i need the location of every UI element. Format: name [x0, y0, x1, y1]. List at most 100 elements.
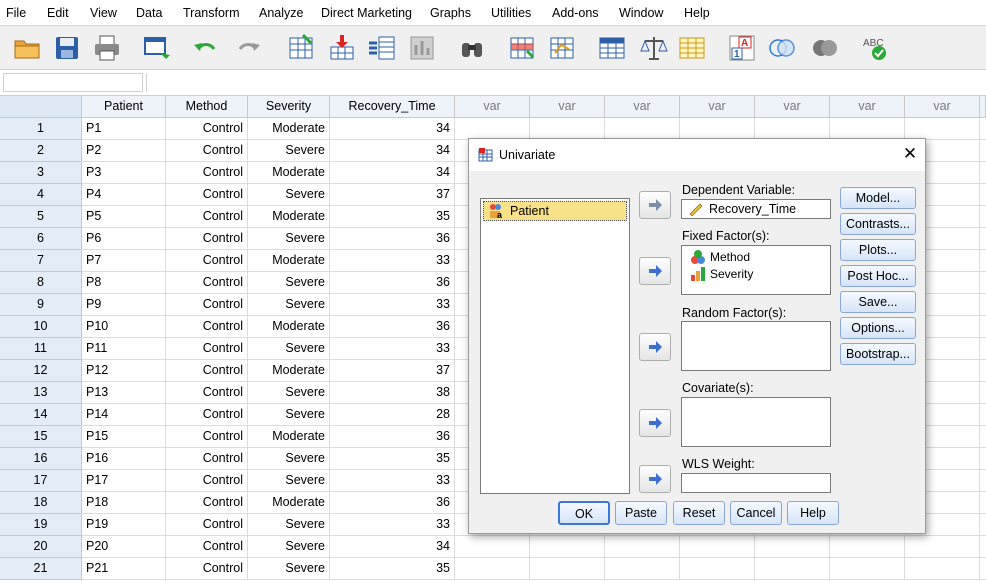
cell-empty[interactable]: [980, 382, 986, 404]
spell-check-icon[interactable]: ABC: [858, 31, 892, 65]
row-number[interactable]: 12: [0, 360, 82, 382]
cell-recovery-time[interactable]: 34: [330, 536, 455, 558]
cell-recovery-time[interactable]: 37: [330, 360, 455, 382]
move-to-covariate-button[interactable]: [639, 409, 671, 437]
split-file-icon[interactable]: [595, 31, 629, 65]
cell-empty[interactable]: [980, 492, 986, 514]
contrasts-button[interactable]: Contrasts...: [840, 213, 916, 235]
cell-empty[interactable]: [680, 558, 755, 580]
cell-method[interactable]: Control: [166, 294, 248, 316]
cell-empty[interactable]: [980, 272, 986, 294]
insert-cases-icon[interactable]: [505, 31, 539, 65]
cell-method[interactable]: Control: [166, 492, 248, 514]
cell-recovery-time[interactable]: 34: [330, 118, 455, 140]
cell-empty[interactable]: [605, 558, 680, 580]
cell-method[interactable]: Control: [166, 140, 248, 162]
cell-empty[interactable]: [830, 118, 905, 140]
cell-patient[interactable]: P21: [82, 558, 166, 580]
row-number[interactable]: 4: [0, 184, 82, 206]
row-number[interactable]: 20: [0, 536, 82, 558]
move-to-wls-weight-button[interactable]: [639, 465, 671, 493]
help-button[interactable]: Help: [787, 501, 839, 525]
cell-severity[interactable]: Severe: [248, 140, 330, 162]
cell-empty[interactable]: [830, 536, 905, 558]
menu-add-ons[interactable]: Add-ons: [552, 6, 599, 20]
row-number[interactable]: 8: [0, 272, 82, 294]
use-variable-sets-icon[interactable]: [765, 31, 799, 65]
undo-icon[interactable]: [188, 31, 222, 65]
cell-empty[interactable]: [980, 206, 986, 228]
cell-severity[interactable]: Severe: [248, 536, 330, 558]
cell-empty[interactable]: [980, 162, 986, 184]
cell-empty[interactable]: [455, 118, 530, 140]
cell-empty[interactable]: [980, 338, 986, 360]
cell-patient[interactable]: P3: [82, 162, 166, 184]
cell-empty[interactable]: [980, 184, 986, 206]
cell-recovery-time[interactable]: 36: [330, 492, 455, 514]
cell-patient[interactable]: P8: [82, 272, 166, 294]
cell-recovery-time[interactable]: 36: [330, 228, 455, 250]
show-all-variables-icon[interactable]: [808, 31, 842, 65]
cell-recovery-time[interactable]: 34: [330, 162, 455, 184]
cell-empty[interactable]: [980, 536, 986, 558]
cell-recovery-time[interactable]: 33: [330, 470, 455, 492]
cell-empty[interactable]: [980, 118, 986, 140]
row-number[interactable]: 10: [0, 316, 82, 338]
cell-empty[interactable]: [980, 228, 986, 250]
cancel-button[interactable]: Cancel: [730, 501, 782, 525]
cell-recovery-time[interactable]: 35: [330, 448, 455, 470]
cell-method[interactable]: Control: [166, 316, 248, 338]
column-header-var[interactable]: var: [680, 96, 755, 118]
row-number[interactable]: 16: [0, 448, 82, 470]
cell-severity[interactable]: Severe: [248, 294, 330, 316]
cell-content-input[interactable]: [146, 73, 984, 92]
cell-recovery-time[interactable]: 33: [330, 294, 455, 316]
cell-patient[interactable]: P15: [82, 426, 166, 448]
column-header-var[interactable]: var: [830, 96, 905, 118]
cell-recovery-time[interactable]: 36: [330, 272, 455, 294]
cell-severity[interactable]: Severe: [248, 448, 330, 470]
cell-method[interactable]: Control: [166, 250, 248, 272]
column-header-method[interactable]: Method: [166, 96, 248, 118]
fixed-factors-list[interactable]: Method Severity: [681, 245, 831, 295]
insert-variable-icon[interactable]: [545, 31, 579, 65]
cell-method[interactable]: Control: [166, 228, 248, 250]
cell-recovery-time[interactable]: 34: [330, 140, 455, 162]
cell-method[interactable]: Control: [166, 360, 248, 382]
cell-empty[interactable]: [905, 558, 980, 580]
cell-method[interactable]: Control: [166, 184, 248, 206]
ok-button[interactable]: OK: [558, 501, 610, 525]
cell-empty[interactable]: [680, 536, 755, 558]
paste-button[interactable]: Paste: [615, 501, 667, 525]
cell-severity[interactable]: Moderate: [248, 118, 330, 140]
row-number[interactable]: 14: [0, 404, 82, 426]
column-header-var[interactable]: var: [755, 96, 830, 118]
cell-severity[interactable]: Moderate: [248, 250, 330, 272]
cell-recovery-time[interactable]: 33: [330, 514, 455, 536]
row-number[interactable]: 17: [0, 470, 82, 492]
goto-case-icon[interactable]: [285, 31, 319, 65]
cell-severity[interactable]: Severe: [248, 338, 330, 360]
cell-empty[interactable]: [980, 426, 986, 448]
column-header-severity[interactable]: Severity: [248, 96, 330, 118]
find-icon[interactable]: [455, 31, 489, 65]
cell-patient[interactable]: P16: [82, 448, 166, 470]
cell-method[interactable]: Control: [166, 382, 248, 404]
cell-empty[interactable]: [980, 360, 986, 382]
cell-severity[interactable]: Moderate: [248, 316, 330, 338]
menu-data[interactable]: Data: [136, 6, 162, 20]
menu-graphs[interactable]: Graphs: [430, 6, 471, 20]
cell-empty[interactable]: [980, 404, 986, 426]
cell-empty[interactable]: [455, 536, 530, 558]
row-number[interactable]: 19: [0, 514, 82, 536]
cell-patient[interactable]: P2: [82, 140, 166, 162]
column-header-recovery-time[interactable]: Recovery_Time: [330, 96, 455, 118]
cell-patient[interactable]: P4: [82, 184, 166, 206]
save-button[interactable]: Save...: [840, 291, 916, 313]
row-number[interactable]: 7: [0, 250, 82, 272]
cell-empty[interactable]: [755, 536, 830, 558]
cell-patient[interactable]: P1: [82, 118, 166, 140]
column-header-var[interactable]: var: [530, 96, 605, 118]
cell-empty[interactable]: [980, 514, 986, 536]
fixed-factor-item-method[interactable]: Method: [690, 249, 750, 265]
